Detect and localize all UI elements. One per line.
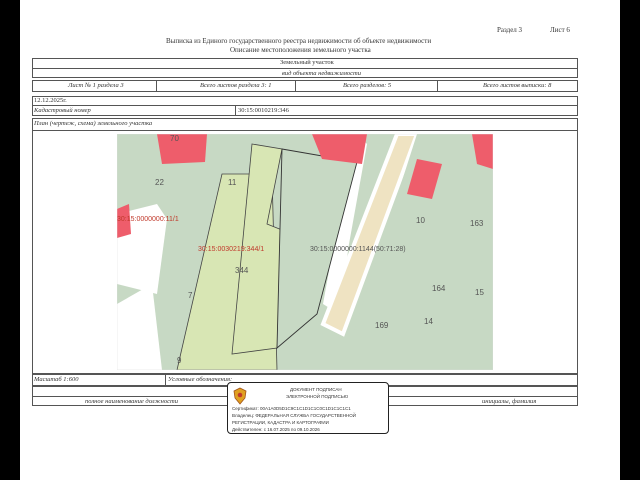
divider [295, 80, 296, 92]
divider [32, 68, 578, 69]
map-label: 15 [475, 288, 484, 297]
map-label: 70 [170, 134, 179, 143]
right-border [620, 0, 640, 480]
map-label: 344 [235, 266, 249, 275]
object-type: Земельный участок [280, 59, 334, 66]
document-title: Выписка из Единого государственного реес… [166, 37, 432, 45]
map-label: 169 [375, 321, 389, 330]
stamp-line: Действителен: с 16.07.2025 по 09.10.2026 [232, 427, 320, 432]
map-label-red: 30:15:0000000:11/1 [117, 216, 179, 223]
divider [437, 80, 438, 92]
document-subtitle: Описание местоположения земельного участ… [230, 46, 371, 54]
stamp-line: ДОКУМЕНТ ПОДПИСАН [290, 387, 342, 392]
cadastral-number: 30:15:0010219:346 [238, 107, 289, 114]
signature-stamp: ДОКУМЕНТ ПОДПИСАН ЭЛЕКТРОННОЙ ПОДПИСЬЮ С… [227, 382, 389, 434]
map-label: 10 [416, 216, 425, 225]
plan-title: План (чертеж, схема) земельного участка [34, 120, 153, 127]
cadastral-label: Кадастровый номер [34, 107, 91, 114]
sheet-number: Лист 6 [550, 26, 570, 34]
map-label: 164 [432, 284, 446, 293]
divider [235, 105, 236, 116]
date-cadastral-box [32, 96, 578, 116]
stamp-line: ЭЛЕКТРОННОЙ ПОДПИСЬЮ [286, 394, 349, 399]
sheets-total: Всего листов выписки: 8 [483, 82, 552, 89]
divider [32, 130, 578, 131]
divider [32, 105, 578, 106]
signature-caption: инициалы, фамилия [482, 398, 537, 405]
extract-date: 12.12.2025г. [34, 97, 67, 104]
stamp-line: Владелец: ФЕДЕРАЛЬНАЯ СЛУЖБА ГОСУДАРСТВЕ… [232, 413, 356, 418]
divider [156, 80, 157, 92]
divider [165, 374, 166, 386]
document-sheet: Раздел 3 Лист 6 Выписка из Единого госуд… [20, 0, 620, 480]
sections-total: Всего разделов: 5 [343, 82, 392, 89]
section-number: Раздел 3 [497, 26, 523, 34]
sheets-of-section: Всего листов раздела 3: 1 [200, 82, 272, 89]
map-label: 22 [155, 178, 164, 187]
map-label: 7 [188, 291, 193, 300]
legend-label: Условные обозначения: [168, 376, 233, 383]
stamp-line: РЕГИСТРАЦИИ, КАДАСТРА И КАРТОГРАФИИ [232, 420, 329, 425]
position-caption: полное наименование должности [85, 398, 178, 405]
stamp-line: Сертификат: 00A1A0D5D1C9C1C1D1C1C0C1D1C1… [232, 406, 351, 411]
building [157, 134, 207, 164]
map-label-road: 30:15:0000000:1144(50:71:28) [310, 246, 406, 253]
sheet-of-section: Лист № 1 раздела 3 [68, 82, 124, 89]
left-border [0, 0, 20, 480]
coat-of-arms-icon [233, 387, 247, 405]
map-label: 9 [177, 356, 182, 365]
map-label: 14 [424, 317, 433, 326]
map-label: 11 [228, 178, 237, 187]
map-label-red: 30:15:0030219:344/1 [198, 246, 265, 253]
map-label: 163 [470, 219, 484, 228]
map-scale: Масштаб 1:600 [34, 376, 79, 383]
cadastral-map [117, 134, 493, 370]
object-type-caption: вид объекта недвижимости [282, 70, 361, 77]
